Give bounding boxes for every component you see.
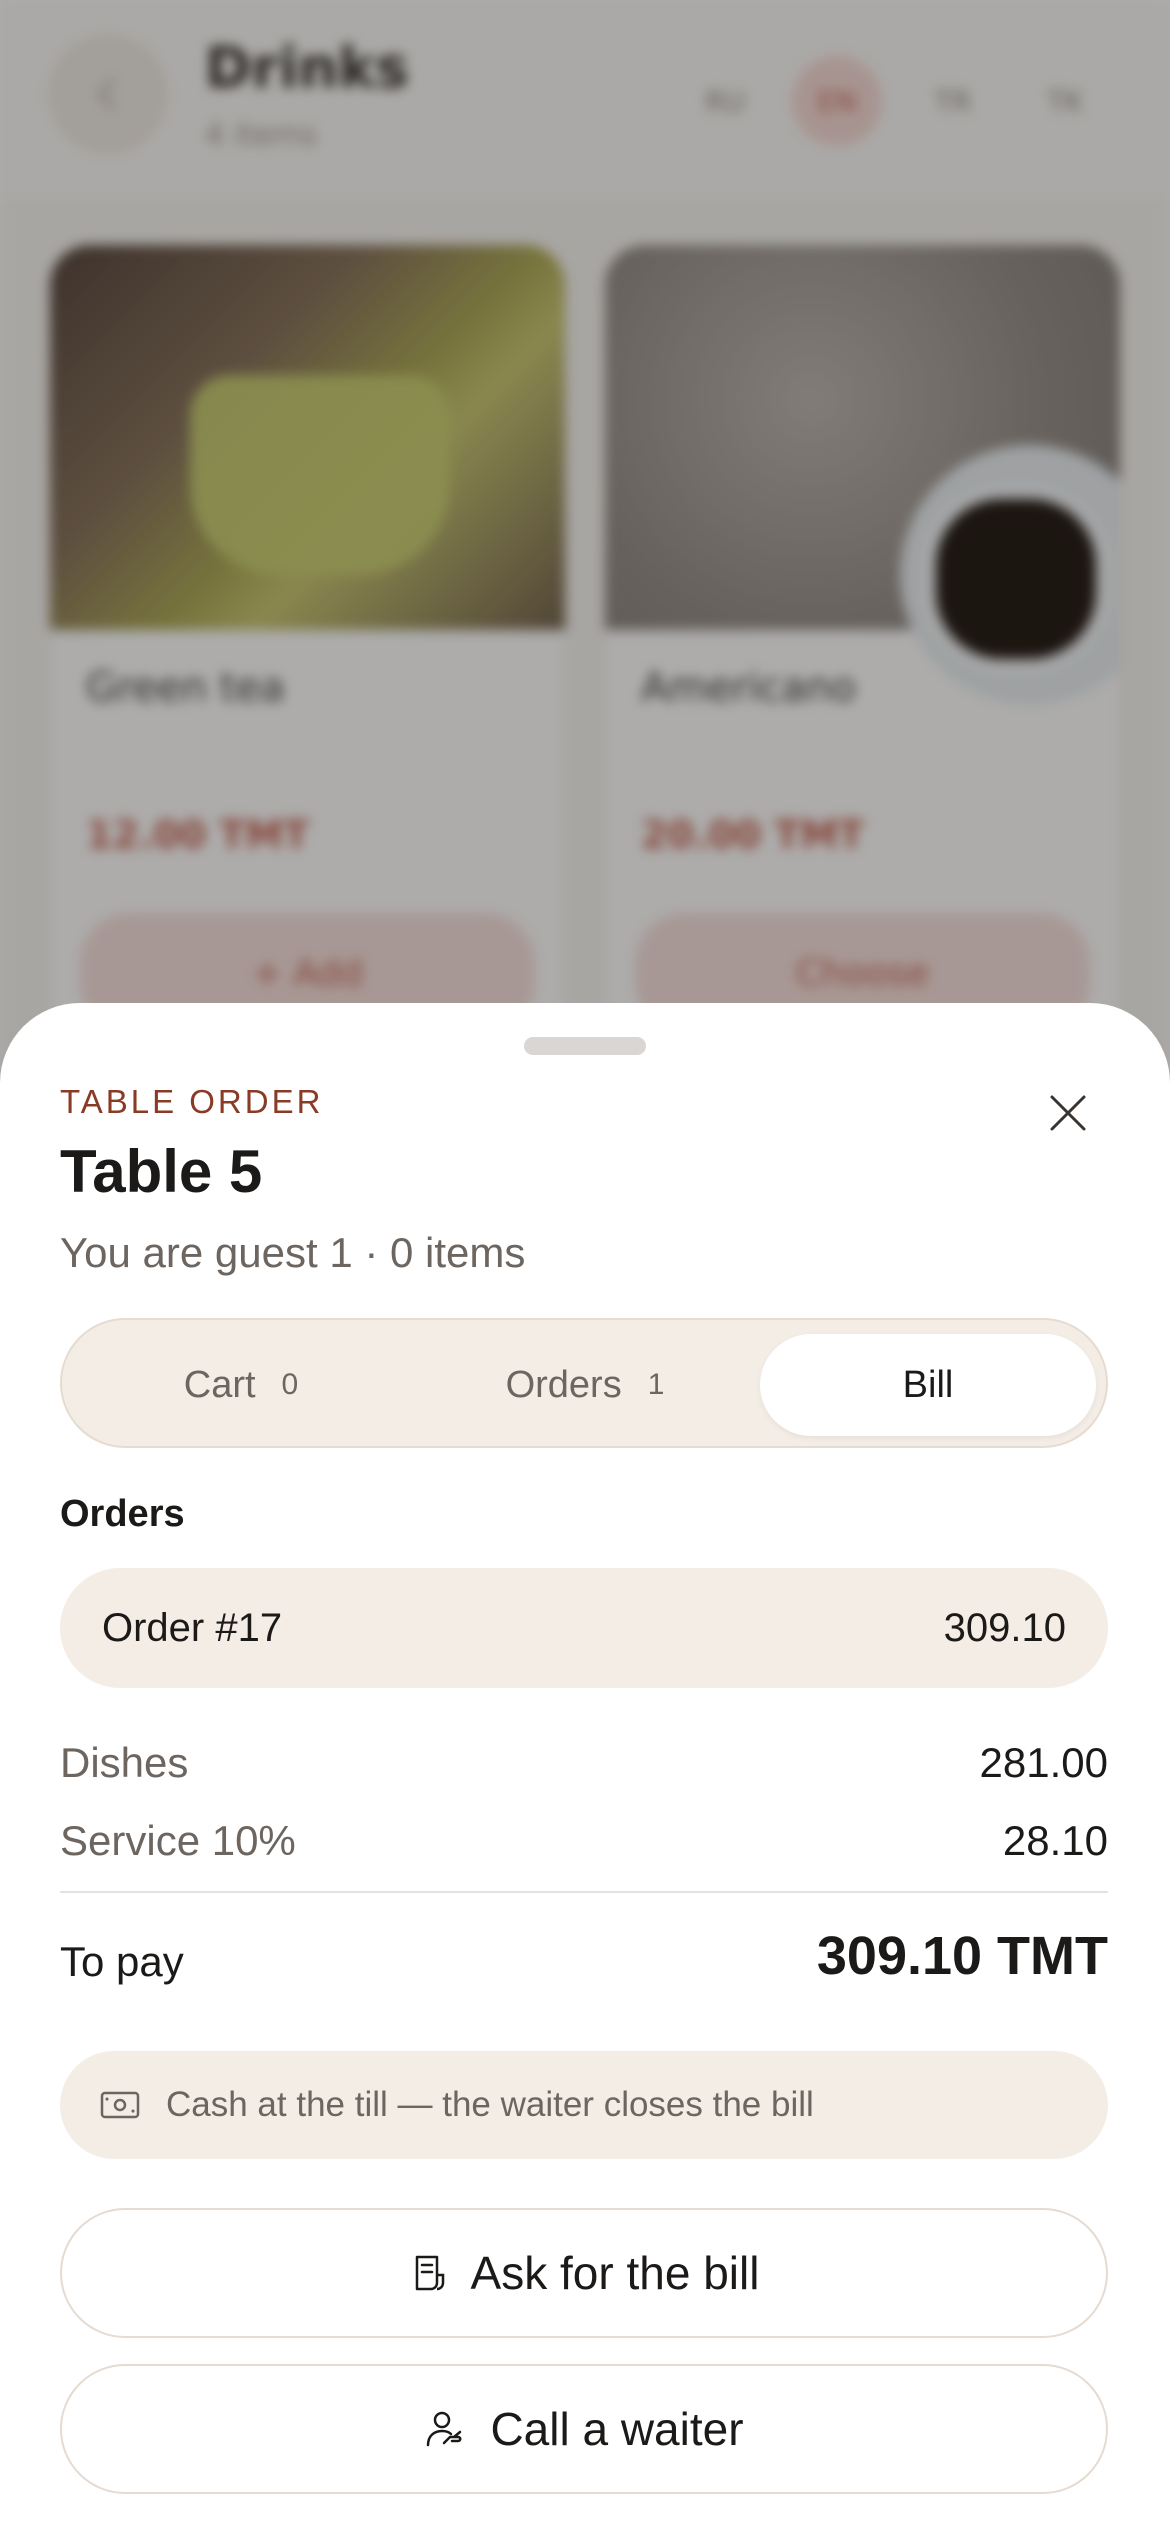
sheet-subtitle: You are guest 1 · 0 items <box>60 1229 526 1276</box>
ask-bill-label: Ask for the bill <box>470 2247 760 2299</box>
tab-bill[interactable]: Bill <box>760 1334 1096 1436</box>
tab-count: 0 <box>281 1368 299 1401</box>
service-value: 28.10 <box>1002 1817 1108 1864</box>
tab-count: 1 <box>647 1368 665 1401</box>
tab-bar: Cart 0 Orders 1 Bill <box>60 1318 1108 1448</box>
tab-orders[interactable]: Orders 1 <box>420 1334 750 1436</box>
table-order-sheet: TABLE ORDER Table 5 You are guest 1 · 0 … <box>0 1003 1170 2532</box>
sheet-title: Table 5 <box>60 1138 263 1205</box>
tab-label: Bill <box>902 1363 954 1406</box>
sheet-eyebrow: TABLE ORDER <box>60 1083 324 1120</box>
order-row[interactable]: Order #17 309.10 <box>60 1568 1108 1688</box>
sheet-grabber[interactable] <box>524 1037 646 1055</box>
person-hand-icon <box>427 2411 462 2447</box>
dishes-label: Dishes <box>60 1739 189 1786</box>
close-icon <box>1050 1095 1086 1131</box>
service-label: Service 10% <box>60 1817 296 1864</box>
cash-icon <box>100 2091 140 2119</box>
order-amount: 309.10 <box>943 1606 1066 1650</box>
call-waiter-label: Call a waiter <box>490 2403 744 2455</box>
tab-label: Orders <box>505 1363 622 1406</box>
total-value: 309.10 TMT <box>816 1926 1108 1986</box>
receipt-icon <box>415 2255 444 2291</box>
close-button[interactable] <box>1036 1081 1100 1145</box>
ask-bill-button[interactable]: Ask for the bill <box>60 2208 1108 2338</box>
call-waiter-button[interactable]: Call a waiter <box>60 2364 1108 2494</box>
dishes-value: 281.00 <box>979 1739 1108 1786</box>
total-label: To pay <box>60 1938 184 1985</box>
tab-cart[interactable]: Cart 0 <box>76 1334 406 1436</box>
payment-note: Cash at the till — the waiter closes the… <box>60 2051 1108 2159</box>
summary-divider <box>60 1891 1108 1893</box>
payment-note-text: Cash at the till — the waiter closes the… <box>166 2085 814 2124</box>
order-name: Order #17 <box>102 1606 283 1650</box>
orders-heading: Orders <box>60 1493 185 1535</box>
tab-label: Cart <box>183 1363 256 1406</box>
